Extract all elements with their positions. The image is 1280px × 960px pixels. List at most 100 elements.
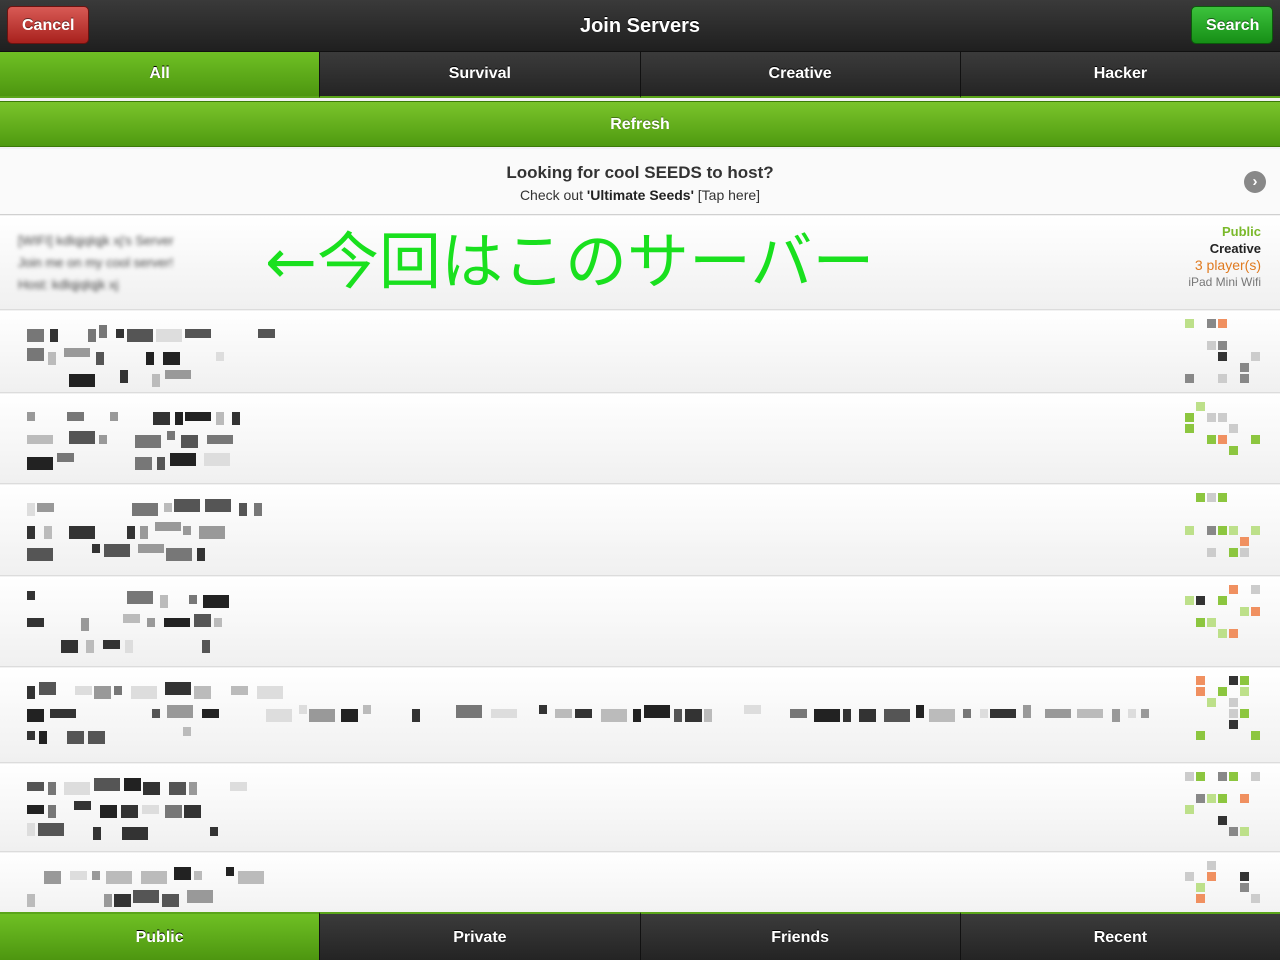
pixel-block xyxy=(70,871,87,880)
pixel-block xyxy=(963,709,971,718)
server-players: 3 player(s) xyxy=(1194,257,1261,273)
pixel-block xyxy=(1207,493,1216,502)
pixel-block xyxy=(1240,883,1249,892)
tab-private[interactable]: Private xyxy=(320,912,641,960)
pixel-block xyxy=(239,503,247,516)
pixel-block xyxy=(135,457,152,470)
pixel-block xyxy=(1229,676,1238,685)
pixel-block xyxy=(27,503,35,516)
pixel-block xyxy=(1218,596,1227,605)
pixel-block xyxy=(183,526,191,535)
refresh-button[interactable]: Refresh xyxy=(0,101,1280,147)
tab-recent[interactable]: Recent xyxy=(960,912,1280,960)
tab-all[interactable]: All xyxy=(0,52,321,98)
pixel-block xyxy=(990,709,1016,718)
pixel-block xyxy=(1196,676,1205,685)
pixel-block xyxy=(169,782,186,795)
pixel-block xyxy=(67,412,84,421)
pixel-block xyxy=(48,805,56,818)
pixel-block xyxy=(1229,526,1238,535)
pixel-block xyxy=(226,867,234,876)
pixel-block xyxy=(165,805,182,818)
pixel-block xyxy=(69,374,95,387)
pixel-block xyxy=(1023,705,1031,718)
pixel-block xyxy=(1141,709,1149,718)
pixel-block xyxy=(156,329,182,342)
pixel-block xyxy=(1251,526,1260,535)
tab-hacker[interactable]: Hacker xyxy=(960,52,1280,98)
pixel-block xyxy=(1185,424,1194,433)
pixel-block xyxy=(204,453,230,466)
pixel-block xyxy=(1185,374,1194,383)
pixel-block xyxy=(980,709,988,718)
tab-public[interactable]: Public xyxy=(0,912,321,960)
pixel-block xyxy=(1196,731,1205,740)
pixel-block xyxy=(88,731,105,744)
server-list[interactable]: [WIFI] kdlqjqlqjk xj's Server Join me on… xyxy=(0,216,1280,912)
pixel-block xyxy=(50,709,76,718)
list-item[interactable] xyxy=(0,311,1280,393)
pixel-block xyxy=(1240,687,1249,696)
pixel-block xyxy=(1196,883,1205,892)
pixel-block xyxy=(1218,687,1227,696)
pixel-block xyxy=(1229,772,1238,781)
pixel-block xyxy=(163,352,180,365)
pixel-block xyxy=(94,778,120,791)
pixel-block xyxy=(104,544,130,557)
pixel-block xyxy=(1251,894,1260,903)
pixel-block xyxy=(166,548,192,561)
pixel-block xyxy=(1077,709,1103,718)
list-item[interactable] xyxy=(0,853,1280,912)
pixel-block xyxy=(1251,585,1260,594)
tab-friends[interactable]: Friends xyxy=(640,912,961,960)
pixel-block xyxy=(27,894,35,907)
pixel-block xyxy=(1240,827,1249,836)
server-row-featured[interactable]: [WIFI] kdlqjqlqjk xj's Server Join me on… xyxy=(0,216,1280,310)
pixel-block xyxy=(162,894,179,907)
list-item[interactable] xyxy=(0,577,1280,667)
pixel-block xyxy=(744,705,761,714)
pixel-block xyxy=(199,526,225,539)
pixel-block xyxy=(1185,872,1194,881)
pixel-block xyxy=(1229,827,1238,836)
pixel-block xyxy=(1196,772,1205,781)
chevron-right-icon[interactable]: › xyxy=(1244,171,1266,193)
list-item[interactable] xyxy=(0,668,1280,763)
list-item[interactable] xyxy=(0,764,1280,852)
pixel-block xyxy=(929,709,955,722)
pixel-block xyxy=(121,805,138,818)
pixel-block xyxy=(1218,526,1227,535)
pixel-block xyxy=(1128,709,1136,718)
pixel-block xyxy=(123,614,140,623)
pixel-block xyxy=(456,705,482,718)
tab-creative[interactable]: Creative xyxy=(640,52,961,98)
pixel-block xyxy=(1229,698,1238,707)
pixel-block xyxy=(86,640,94,653)
promo-banner[interactable]: Looking for cool SEEDS to host? Check ou… xyxy=(0,149,1280,215)
pixel-block xyxy=(189,595,197,604)
pixel-block xyxy=(92,871,100,880)
pixel-block xyxy=(1207,794,1216,803)
pixel-block xyxy=(88,329,96,342)
search-button[interactable]: Search xyxy=(1191,6,1273,44)
pixel-block xyxy=(167,431,175,440)
pixel-block xyxy=(1240,676,1249,685)
pixel-block xyxy=(1251,435,1260,444)
pixel-block xyxy=(412,709,420,722)
list-item[interactable] xyxy=(0,394,1280,484)
server-meta: Public Creative 3 player(s) iPad Mini Wi… xyxy=(1188,223,1261,291)
pixel-block xyxy=(164,618,190,627)
pixel-block xyxy=(674,709,682,722)
pixel-block xyxy=(74,801,91,810)
pixel-block xyxy=(27,618,44,627)
list-item[interactable] xyxy=(0,485,1280,576)
pixel-block xyxy=(1207,526,1216,535)
pixel-block xyxy=(1218,816,1227,825)
pixel-block xyxy=(238,871,264,884)
tab-survival[interactable]: Survival xyxy=(320,52,641,98)
pixel-block xyxy=(143,782,160,795)
bottom-tabs: Public Private Friends Recent xyxy=(0,912,1280,960)
pixel-block xyxy=(152,374,160,387)
pixel-block xyxy=(141,871,167,884)
pixel-block xyxy=(197,548,205,561)
